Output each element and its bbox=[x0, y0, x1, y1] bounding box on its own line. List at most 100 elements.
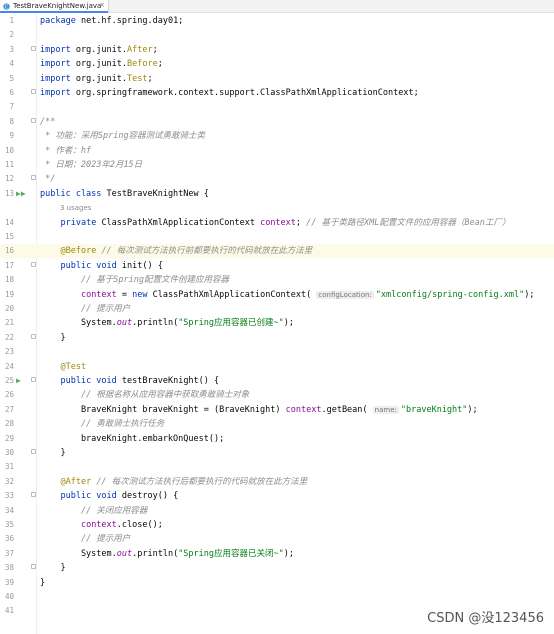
code-line[interactable]: 33 public void destroy() { bbox=[0, 489, 554, 503]
code-line[interactable]: 40 bbox=[0, 590, 554, 604]
code-token: ); bbox=[467, 404, 478, 415]
run-test-icon[interactable]: ▶ bbox=[16, 374, 21, 388]
close-icon[interactable]: × bbox=[99, 1, 105, 9]
usages-hint[interactable]: 3 usages bbox=[60, 201, 91, 215]
line-number: 34 bbox=[4, 505, 14, 515]
code-text: // 根据名称从应用容器中获取勇敢骑士对象 bbox=[40, 388, 249, 402]
line-number: 9 bbox=[9, 131, 14, 141]
code-token: ClassPathXmlApplicationContext bbox=[101, 217, 261, 228]
code-line[interactable]: 35 context.close(); bbox=[0, 518, 554, 532]
code-line[interactable]: 30 } bbox=[0, 446, 554, 460]
code-token: */ bbox=[40, 174, 56, 185]
code-line[interactable]: 10 * 作者：hf bbox=[0, 144, 554, 158]
code-line[interactable]: 14 private ClassPathXmlApplicationContex… bbox=[0, 216, 554, 230]
code-line[interactable]: 5 import org.junit.Test; bbox=[0, 72, 554, 86]
code-line[interactable]: 24 @Test bbox=[0, 360, 554, 374]
line-number: 33 bbox=[4, 491, 14, 501]
line-number: 31 bbox=[4, 462, 14, 472]
fold-icon[interactable] bbox=[31, 261, 36, 267]
fold-icon[interactable] bbox=[31, 377, 36, 382]
code-line[interactable]: 7 bbox=[0, 100, 554, 114]
tab-testbraveknightnew[interactable]: C TestBraveKnightNew.java × bbox=[0, 0, 109, 13]
line-number: 18 bbox=[4, 275, 14, 285]
code-text: System.out.println("Spring应用容器已创建~"); bbox=[40, 316, 294, 330]
code-token: package bbox=[40, 16, 81, 26]
code-line[interactable]: 12 */ bbox=[0, 172, 554, 186]
code-text: /** bbox=[40, 115, 55, 129]
code-token: @Before bbox=[60, 246, 102, 257]
code-token: System. bbox=[40, 548, 117, 559]
code-line[interactable]: 22 } bbox=[0, 331, 554, 345]
code-line[interactable]: 1 package net.hf.spring.day01; bbox=[0, 14, 554, 28]
line-number: 7 bbox=[9, 102, 14, 112]
code-line[interactable]: 34 // 关闭应用容器 bbox=[0, 504, 554, 518]
line-number: 30 bbox=[4, 448, 14, 457]
code-line[interactable]: 13 ▶▶ public class TestBraveKnightNew { bbox=[0, 187, 554, 201]
code-line[interactable]: 37 System.out.println("Spring应用容器已关闭~"); bbox=[0, 547, 554, 561]
code-token: // 基于类路径XML配置文件的应用容器（Bean工厂） bbox=[306, 217, 511, 228]
code-token: .println( bbox=[132, 548, 179, 559]
code-text: // 勇敢骑士执行任务 bbox=[40, 417, 164, 431]
code-token: public void bbox=[60, 260, 122, 271]
code-token: context bbox=[80, 289, 117, 300]
fold-icon[interactable] bbox=[31, 492, 36, 498]
line-number: 15 bbox=[4, 232, 14, 241]
line-number: 14 bbox=[4, 217, 14, 227]
code-token: net.hf.spring.day01; bbox=[80, 16, 184, 26]
code-line[interactable]: 26 // 根据名称从应用容器中获取勇敢骑士对象 bbox=[0, 388, 554, 402]
code-line[interactable]: 39} bbox=[0, 576, 554, 590]
code-token: "braveKnight" bbox=[400, 404, 468, 415]
code-line[interactable]: 29 braveKnight.embarkOnQuest(); bbox=[0, 432, 554, 446]
code-token: ; bbox=[152, 44, 158, 55]
fold-icon[interactable] bbox=[31, 564, 36, 570]
code-line[interactable]: 25 ▶ public void testBraveKnight() { bbox=[0, 374, 554, 388]
code-line[interactable]: 11 * 日期：2023年2月15日 bbox=[0, 158, 554, 172]
code-line[interactable]: 2 bbox=[0, 28, 554, 42]
code-line[interactable]: 9 * 功能：采用Spring容器测试勇敢骑士类 bbox=[0, 129, 554, 143]
code-line[interactable]: 18 // 基于Spring配置文件创建应用容器 bbox=[0, 273, 554, 287]
code-token: "Spring应用容器已创建~" bbox=[178, 318, 284, 329]
code-line[interactable]: 15 bbox=[0, 230, 554, 244]
code-token: ; bbox=[147, 73, 153, 84]
code-line[interactable]: 4 import org.junit.Before; bbox=[0, 57, 554, 71]
code-token: init() { bbox=[121, 260, 163, 271]
code-line[interactable]: 27 BraveKnight braveKnight = (BraveKnigh… bbox=[0, 403, 554, 417]
run-test-icon[interactable]: ▶▶ bbox=[16, 187, 26, 201]
line-number: 22 bbox=[4, 332, 14, 342]
fold-icon[interactable] bbox=[31, 333, 36, 339]
code-line[interactable]: 28 // 勇敢骑士执行任务 bbox=[0, 417, 554, 431]
code-token: } bbox=[40, 577, 46, 588]
code-token: context bbox=[285, 404, 322, 415]
code-line[interactable]: 6 import org.springframework.context.supp… bbox=[0, 86, 554, 100]
code-line[interactable]: 36 // 提示用户 bbox=[0, 532, 554, 546]
fold-icon[interactable] bbox=[31, 89, 36, 94]
code-line[interactable]: 8 /** bbox=[0, 115, 554, 129]
code-token: // 每次测试方法执行前都要执行的代码就放在此方法里 bbox=[101, 246, 313, 257]
code-token: out bbox=[116, 548, 133, 559]
code-token: context bbox=[80, 520, 117, 530]
fold-icon[interactable] bbox=[31, 449, 36, 454]
fold-icon[interactable] bbox=[31, 117, 36, 123]
code-line[interactable]: 23 bbox=[0, 345, 554, 359]
code-line[interactable]: 16 @Before // 每次测试方法执行前都要执行的代码就放在此方法里 bbox=[0, 244, 554, 259]
code-line[interactable]: 19 context = new ClassPathXmlApplication… bbox=[0, 288, 554, 302]
code-line[interactable]: 20 // 提示用户 bbox=[0, 302, 554, 316]
line-number: 16 bbox=[4, 246, 14, 256]
code-line[interactable]: 17 public void init() { bbox=[0, 259, 554, 273]
code-line[interactable]: 21 System.out.println("Spring应用容器已创建~"); bbox=[0, 316, 554, 330]
line-number: 25 bbox=[4, 376, 14, 385]
code-line[interactable]: 38 } bbox=[0, 561, 554, 575]
code-line[interactable]: 32 @After // 每次测试方法执行后都要执行的代码就放在此方法里 bbox=[0, 475, 554, 489]
code-line[interactable]: 3 import org.junit.After; bbox=[0, 43, 554, 57]
fold-icon[interactable] bbox=[31, 45, 36, 51]
code-token: testBraveKnight() { bbox=[121, 376, 220, 386]
fold-icon[interactable] bbox=[31, 175, 36, 181]
code-text: // 提示用户 bbox=[40, 302, 130, 316]
code-line[interactable]: 31 bbox=[0, 460, 554, 474]
code-token: TestBraveKnightNew { bbox=[106, 188, 209, 199]
